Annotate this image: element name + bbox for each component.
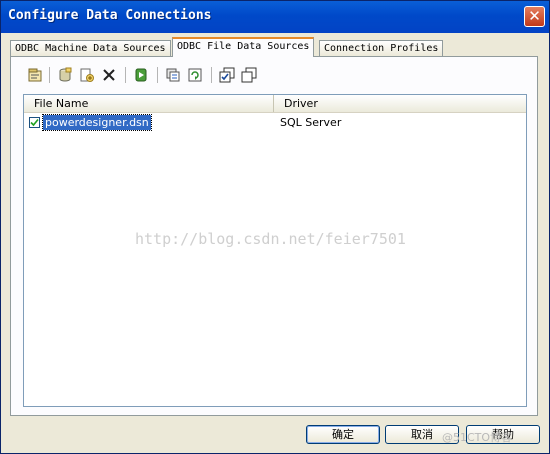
close-button[interactable]: ✕	[524, 6, 545, 27]
driver-cell: SQL Server	[280, 116, 342, 129]
properties-icon[interactable]	[25, 65, 45, 85]
new-dsn-icon[interactable]	[77, 65, 97, 85]
data-source-list[interactable]: File Name Driver powerdesigner.dsn SQL S…	[23, 94, 527, 407]
checkmark-icon	[30, 118, 39, 127]
column-header-driver[interactable]: Driver	[274, 95, 526, 112]
refresh-icon[interactable]	[185, 65, 205, 85]
delete-icon[interactable]	[99, 65, 119, 85]
check-all-icon[interactable]	[217, 65, 237, 85]
file-name-cell[interactable]: powerdesigner.dsn	[42, 114, 152, 131]
corner-watermark: @51CTO博客	[442, 431, 513, 444]
window-title: Configure Data Connections	[8, 8, 212, 23]
configure-data-connections-dialog: Configure Data Connections ✕ ODBC Machin…	[0, 0, 550, 454]
blog-watermark: http://blog.csdn.net/feier7501	[135, 230, 406, 248]
run-icon[interactable]	[131, 65, 151, 85]
uncheck-all-icon[interactable]	[239, 65, 259, 85]
row-checkbox[interactable]	[29, 117, 40, 128]
ok-button[interactable]: 确定	[306, 425, 380, 444]
list-header: File Name Driver	[24, 95, 526, 113]
tab-odbc-file-data-sources[interactable]: ODBC File Data Sources	[172, 37, 315, 57]
tab-connection-profiles[interactable]: Connection Profiles	[319, 40, 444, 56]
column-header-file-name[interactable]: File Name	[24, 95, 274, 112]
table-row[interactable]: powerdesigner.dsn SQL Server	[24, 114, 526, 131]
compare-icon[interactable]	[163, 65, 183, 85]
title-bar[interactable]: Configure Data Connections ✕	[1, 1, 549, 33]
database-icon[interactable]	[55, 65, 75, 85]
tab-odbc-machine-data-sources[interactable]: ODBC Machine Data Sources	[10, 40, 171, 56]
